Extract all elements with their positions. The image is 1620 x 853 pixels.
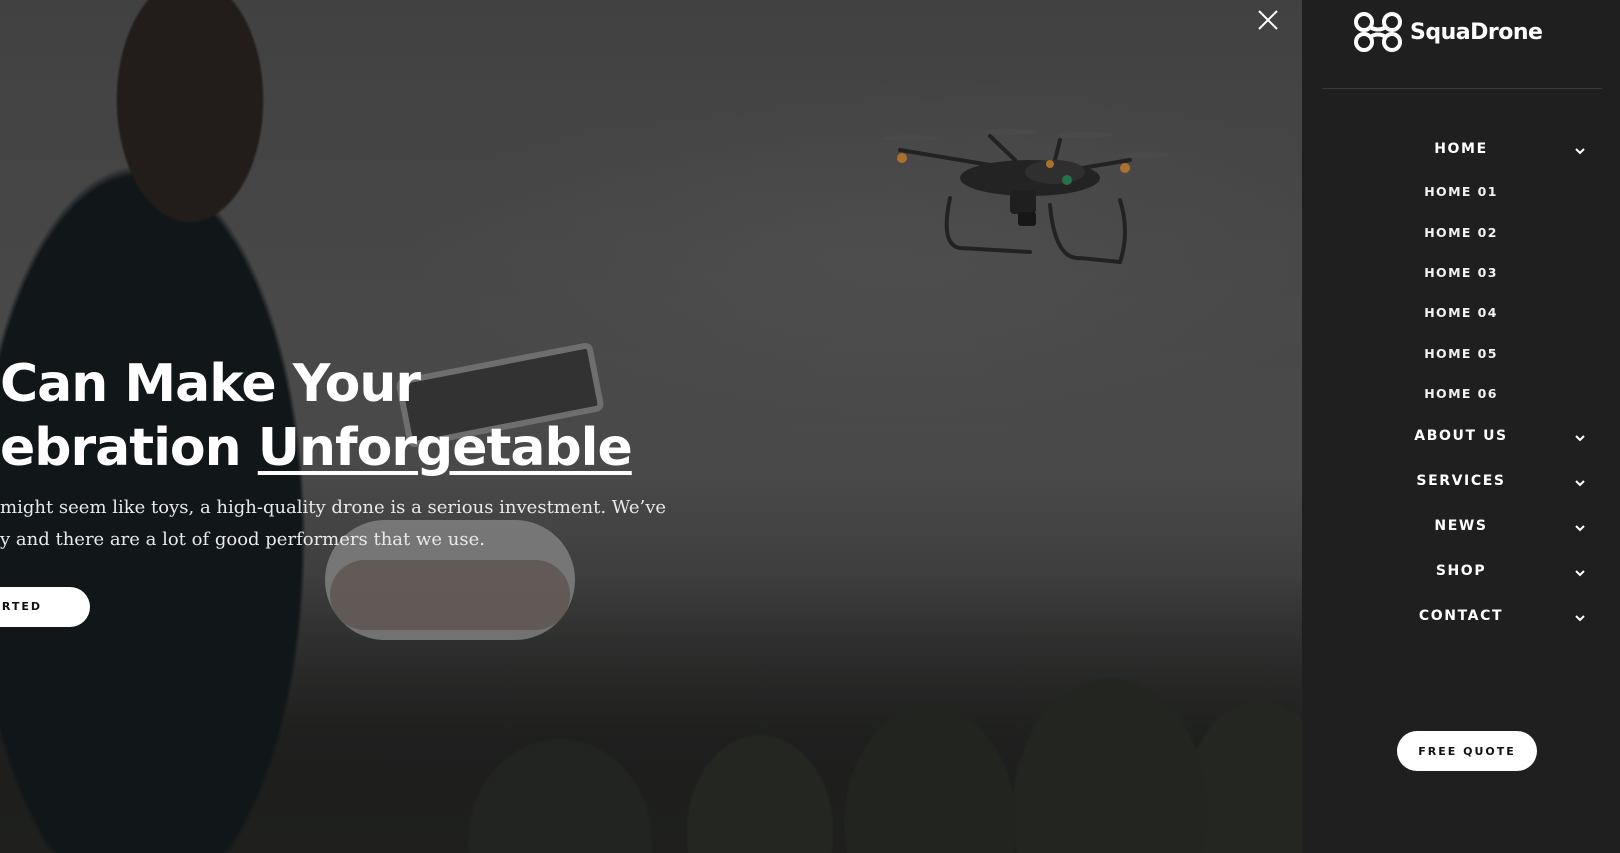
logo-text: SquaDrone <box>1410 19 1543 45</box>
hero-section: Can Make Your ebration Unforgetable migh… <box>0 0 1302 853</box>
sidebar-divider <box>1322 88 1602 89</box>
close-icon[interactable] <box>1256 8 1280 32</box>
chevron-down-icon[interactable] <box>1574 479 1586 487</box>
submenu-item-home-05[interactable]: HOME 05 <box>1302 346 1620 361</box>
hero-title-underlined-word: Unforgetable <box>257 418 633 478</box>
submenu-item-home-04[interactable]: HOME 04 <box>1302 305 1620 320</box>
menu-item-home-label: HOME <box>1434 141 1488 157</box>
submenu-item-home-01[interactable]: HOME 01 <box>1302 184 1620 199</box>
menu-item-about-us[interactable]: ABOUT US <box>1302 428 1620 444</box>
menu-item-home[interactable]: HOME <box>1302 141 1620 157</box>
hero-title-line-1: Can Make Your <box>0 354 421 414</box>
hero-content: Can Make Your ebration Unforgetable migh… <box>0 352 740 556</box>
submenu-item-home-02[interactable]: HOME 02 <box>1302 225 1620 240</box>
side-menu: SquaDrone HOME HOME 01 HOME 02 HOME 03 H… <box>1302 0 1620 853</box>
chevron-down-icon[interactable] <box>1574 524 1586 532</box>
drone-logo-icon <box>1354 12 1402 52</box>
hero-title: Can Make Your ebration Unforgetable <box>0 352 740 480</box>
get-started-label: ARTED <box>0 600 42 613</box>
menu-item-contact-label: CONTACT <box>1418 608 1504 624</box>
menu-item-news-label: NEWS <box>1434 518 1488 534</box>
hero-description: might seem like toys, a high-quality dro… <box>0 492 720 556</box>
menu-item-news[interactable]: NEWS <box>1302 518 1620 534</box>
submenu-item-home-03[interactable]: HOME 03 <box>1302 265 1620 280</box>
chevron-down-icon[interactable] <box>1574 147 1586 155</box>
logo[interactable]: SquaDrone <box>1352 10 1543 54</box>
menu-item-shop-label: SHOP <box>1435 563 1487 579</box>
menu-item-services-label: SERVICES <box>1416 473 1506 489</box>
hero-title-line-2: ebration Unforgetable <box>0 416 740 480</box>
chevron-down-icon[interactable] <box>1574 434 1586 442</box>
chevron-down-icon[interactable] <box>1574 569 1586 577</box>
menu-item-shop[interactable]: SHOP <box>1302 563 1620 579</box>
menu-item-services[interactable]: SERVICES <box>1302 473 1620 489</box>
submenu-item-home-06[interactable]: HOME 06 <box>1302 386 1620 401</box>
hero-description-line-2: y and there are a lot of good performers… <box>0 529 485 550</box>
hero-description-line-1: might seem like toys, a high-quality dro… <box>0 497 667 518</box>
close-icon-svg <box>1258 10 1278 30</box>
menu-item-contact[interactable]: CONTACT <box>1302 608 1620 624</box>
hero-title-line-2-text: ebration <box>0 418 258 478</box>
free-quote-button[interactable]: FREE QUOTE <box>1397 731 1537 771</box>
get-started-button[interactable]: ARTED <box>0 587 90 627</box>
chevron-down-icon[interactable] <box>1574 614 1586 622</box>
menu-item-about-us-label: ABOUT US <box>1414 428 1508 444</box>
